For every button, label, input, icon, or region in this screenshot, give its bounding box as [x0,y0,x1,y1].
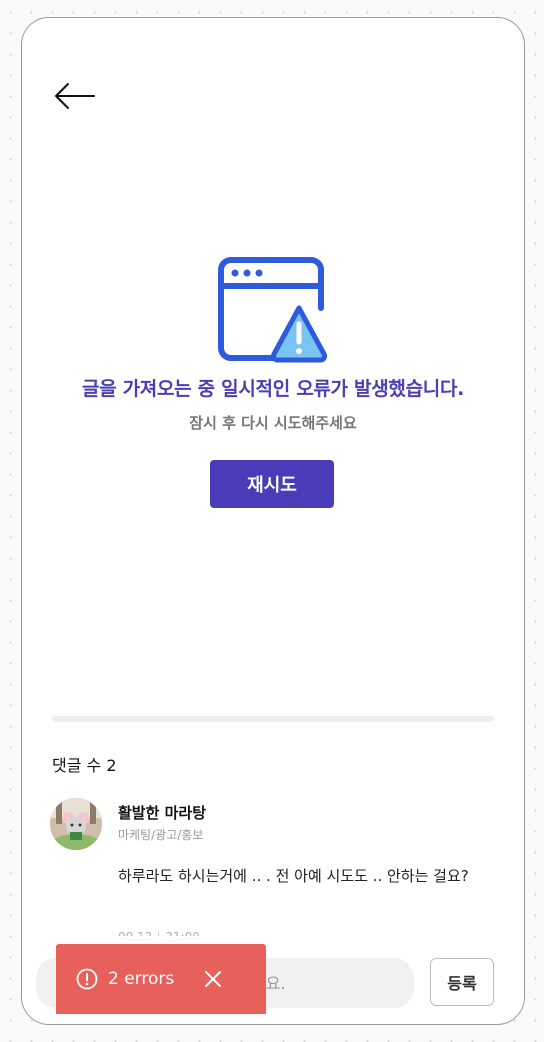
avatar[interactable] [50,798,102,850]
alert-circle-icon [76,968,98,990]
phone-frame: 글을 가져오는 중 일시적인 오류가 발생했습니다. 잠시 후 다시 시도해주세… [21,17,525,1025]
comment-body: 하루라도 하시는거에 .. . 전 아예 시도도 .. 안하는 걸요? [118,867,469,885]
back-button[interactable] [52,80,96,112]
error-title: 글을 가져오는 중 일시적인 오류가 발생했습니다. [81,378,465,400]
submit-comment-button[interactable]: 등록 [430,958,494,1006]
error-subtitle: 잠시 후 다시 시도해주세요 [189,414,357,432]
toast-label: 2 errors [108,969,175,989]
close-icon[interactable] [204,970,222,988]
browser-window-warning-icon [218,257,328,363]
arrow-left-icon [55,83,95,109]
comment-count: 댓글 수 2 [52,756,117,775]
comment-author-category: 마케팅/광고/홍보 [118,828,204,842]
section-divider [52,716,494,722]
retry-button[interactable]: 재시도 [210,460,334,508]
error-toast[interactable]: 2 errors [56,944,266,1014]
comment-author: 활발한 마라탕 [118,804,207,822]
avatar-image [50,798,102,850]
